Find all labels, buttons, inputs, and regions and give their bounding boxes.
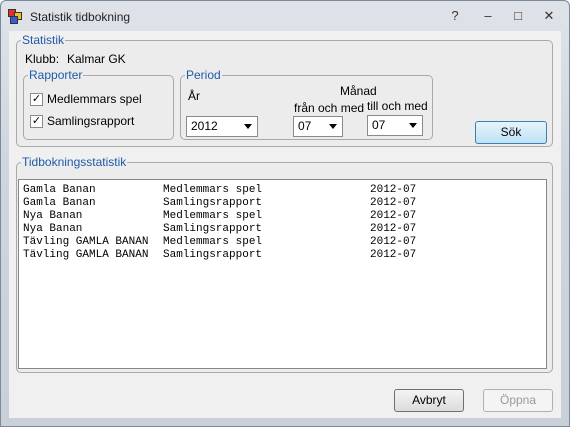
chevron-down-icon [409,123,417,128]
list-item-report: Samlingsrapport [163,223,263,235]
samlingsrapport-label[interactable]: Samlingsrapport [47,114,134,128]
month-to-value: 07 [372,118,386,132]
list-item-period: 2012-07 [370,184,417,196]
club-value: Kalmar GK [67,52,126,66]
list-item[interactable]: Tävling GAMLA BANAN Samlingsrapport 2012… [23,249,416,309]
chevron-down-icon [329,124,337,129]
list-item-course: Gamla Banan [23,184,96,196]
list-item-period: 2012-07 [370,236,417,248]
medlemmars-spel-label[interactable]: Medlemmars spel [47,92,142,106]
title-bar[interactable]: Statistik tidbokning ? – □ ✕ [1,1,569,31]
rapporter-legend: Rapporter [29,68,83,82]
window-title: Statistik tidbokning [30,10,131,24]
minimize-button[interactable]: – [476,7,500,25]
list-item-report: Medlemmars spel [163,210,263,222]
statistik-legend: Statistik [22,33,65,47]
open-button[interactable]: Öppna [483,389,553,412]
cancel-button[interactable]: Avbryt [394,389,464,412]
chevron-down-icon [244,124,252,129]
list-item-course: Tävling GAMLA BANAN [23,236,149,248]
medlemmars-spel-checkbox[interactable]: ✓ [30,93,43,106]
list-item-period: 2012-07 [370,197,417,209]
list-item-period: 2012-07 [370,210,417,222]
month-to-dropdown[interactable]: 07 [367,115,423,136]
list-item-course: Nya Banan [23,210,83,222]
list-item-course: Nya Banan [23,223,83,235]
club-label: Klubb: [25,52,60,66]
close-button[interactable]: ✕ [537,7,561,25]
year-label: År [188,89,200,103]
help-button[interactable]: ? [443,7,467,25]
search-button[interactable]: Sök [475,121,547,144]
list-item-course: Gamla Banan [23,197,96,209]
from-label: från och med [294,101,365,115]
period-legend: Period [186,68,221,82]
list-item-period: 2012-07 [370,223,417,235]
month-from-dropdown[interactable]: 07 [293,116,343,137]
list-item-period: 2012-07 [370,249,417,261]
list-item-report: Samlingsrapport [163,197,263,209]
to-label: till och med [367,99,428,113]
statistics-list[interactable]: Gamla Banan Medlemmars spel 2012-07 Gaml… [18,179,547,369]
month-label: Månad [340,84,377,98]
dialog-window: Statistik tidbokning ? – □ ✕ Statistik K… [0,0,570,427]
year-dropdown[interactable]: 2012 [186,116,258,137]
list-item-report: Medlemmars spel [163,184,263,196]
tidbokning-legend: Tidbokningsstatistik [22,155,127,169]
samlingsrapport-checkbox[interactable]: ✓ [30,115,43,128]
app-icon [8,9,22,24]
dialog-client-area: Statistik Klubb: Kalmar GK Rapporter ✓ M… [9,31,561,418]
year-value: 2012 [191,119,218,133]
list-item-report: Medlemmars spel [163,236,263,248]
maximize-button[interactable]: □ [506,7,530,25]
list-item-course: Tävling GAMLA BANAN [23,249,149,261]
month-from-value: 07 [298,119,312,133]
list-item-report: Samlingsrapport [163,249,263,261]
